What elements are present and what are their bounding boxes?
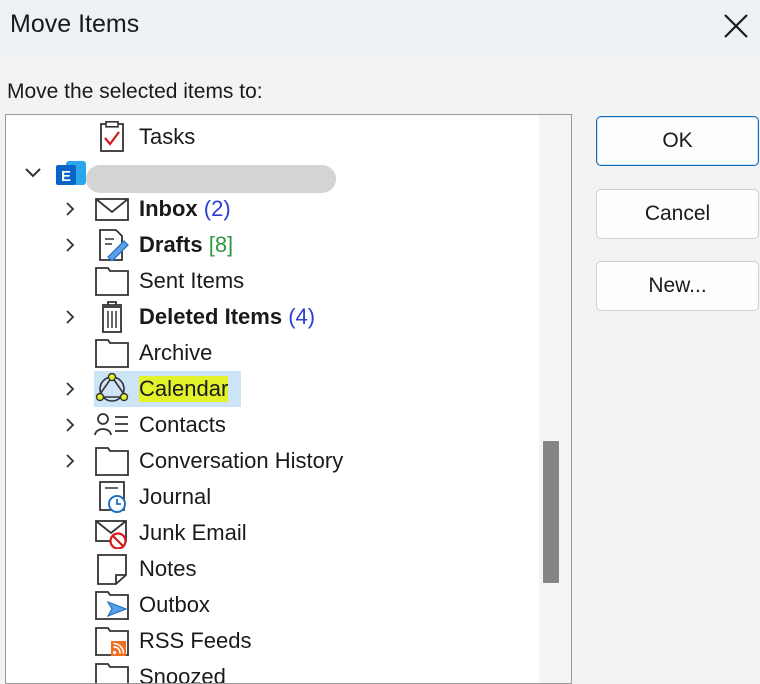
new-folder-button[interactable]: New...: [596, 261, 759, 311]
chevron-right-icon[interactable]: [63, 381, 77, 397]
tree-item-deleted-items[interactable]: Deleted Items (4): [6, 299, 536, 335]
tree-item-label: Outbox: [139, 592, 210, 617]
tasks-icon: [100, 121, 124, 152]
chevron-right-icon[interactable]: [63, 417, 77, 433]
tree-item-calendar[interactable]: Calendar: [6, 371, 536, 407]
tree-item-drafts[interactable]: Drafts [8]: [6, 227, 536, 263]
tree-item-snoozed[interactable]: Snoozed: [6, 659, 536, 684]
unread-count: (2): [203, 196, 231, 221]
tree-item-rss-feeds[interactable]: RSS Feeds: [6, 623, 536, 659]
tree-item-label: Tasks: [139, 124, 196, 149]
tree-item-outbox[interactable]: Outbox: [6, 587, 536, 623]
exchange-account-icon: E: [56, 161, 86, 185]
tree-item-notes[interactable]: Notes: [6, 551, 536, 587]
calendar-icon: [95, 373, 129, 402]
tree-item-junk-email[interactable]: Junk Email: [6, 515, 536, 551]
tree-item-label: Drafts [8]: [139, 232, 233, 258]
folder-icon: [95, 267, 129, 296]
svg-text:E: E: [61, 168, 71, 185]
redacted-account-name: [86, 165, 336, 193]
junk-icon: [95, 520, 127, 549]
unread-count: (4): [288, 304, 316, 329]
draft-count: [8]: [208, 232, 234, 257]
chevron-right-icon[interactable]: [63, 453, 77, 469]
scrollbar-track[interactable]: [539, 115, 571, 683]
tree-item-label: Deleted Items (4): [139, 304, 315, 330]
cancel-button[interactable]: Cancel: [596, 189, 759, 239]
folder-name: Inbox: [139, 196, 198, 221]
tree-item-label: Journal: [139, 484, 212, 509]
tree-item-label: Archive: [139, 340, 213, 365]
tree-item-inbox[interactable]: Inbox (2): [6, 191, 536, 227]
folder-icon: [95, 663, 129, 683]
tree-item-label: Sent Items: [139, 268, 245, 293]
folder-name: Drafts: [139, 232, 203, 257]
envelope-icon: [95, 198, 129, 221]
tree-item-journal[interactable]: Journal: [6, 479, 536, 515]
close-icon: [724, 14, 748, 38]
rss-icon: [95, 627, 129, 656]
tree-item-conversation-history[interactable]: Conversation History: [6, 443, 536, 479]
tree-item-label: Notes: [139, 556, 197, 581]
tree-item-label: Snoozed: [139, 664, 226, 684]
tree-item-sent-items[interactable]: Sent Items: [6, 263, 536, 299]
chevron-right-icon[interactable]: [63, 309, 77, 325]
tree-item-label: RSS Feeds: [139, 628, 252, 653]
chevron-down-icon[interactable]: [23, 165, 43, 181]
move-prompt-label: Move the selected items to:: [7, 80, 263, 103]
chevron-right-icon[interactable]: [63, 201, 77, 217]
dialog-title: Move Items: [10, 10, 140, 38]
trash-icon: [102, 301, 122, 333]
tree-item-label: Inbox (2): [139, 196, 231, 222]
drafts-icon: [99, 229, 129, 261]
scrollbar-thumb[interactable]: [543, 441, 559, 583]
tree-item-label: Calendar: [139, 376, 229, 402]
chevron-right-icon[interactable]: [63, 237, 77, 253]
tree-item-contacts[interactable]: Contacts: [6, 407, 536, 443]
tree-item-label: Conversation History: [139, 448, 344, 473]
title-bar: Move Items: [0, 0, 760, 56]
folder-icon: [95, 447, 129, 476]
close-button[interactable]: [716, 6, 756, 46]
outbox-icon: [95, 591, 129, 620]
notes-icon: [97, 554, 127, 585]
folder-icon: [95, 339, 129, 368]
folder-name: Deleted Items: [139, 304, 283, 329]
contacts-icon: [94, 413, 128, 436]
journal-icon: [99, 481, 126, 513]
tree-item-tasks[interactable]: Tasks: [6, 119, 536, 155]
folder-tree[interactable]: Tasks E Inbox (2) Drafts [8] Sent Items …: [5, 114, 572, 684]
tree-item-label: Junk Email: [139, 520, 247, 545]
ok-button[interactable]: OK: [596, 116, 759, 166]
tree-item-label: Contacts: [139, 412, 226, 437]
tree-item-archive[interactable]: Archive: [6, 335, 536, 371]
